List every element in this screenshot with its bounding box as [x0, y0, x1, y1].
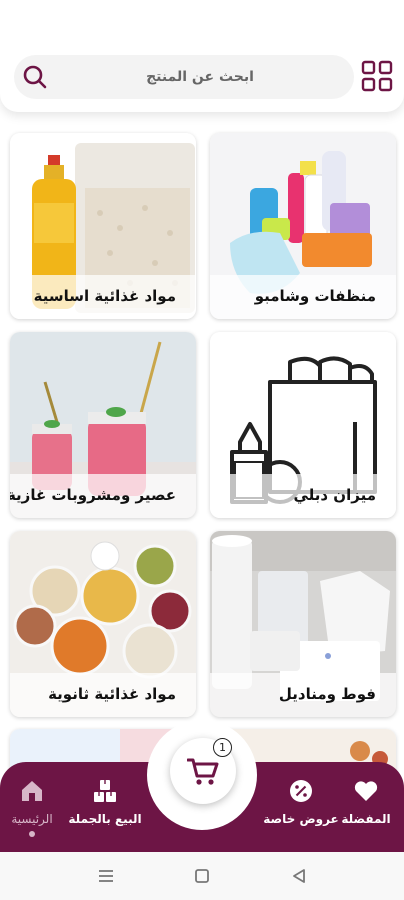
category-label: عصير ومشروبات غازية	[10, 486, 176, 504]
nav-label: الرئيسية	[11, 812, 53, 826]
system-nav-bar	[0, 852, 404, 900]
nav-label: عروض خاصة	[263, 812, 339, 826]
nav-wholesale[interactable]: البيع بالجملة	[60, 778, 150, 842]
card-label-bg: منظفات وشامبو	[210, 275, 396, 319]
category-label: مواد غذائية ثانوية	[48, 685, 176, 703]
back-icon[interactable]	[289, 866, 309, 886]
category-card-cleaning[interactable]: منظفات وشامبو	[210, 133, 396, 319]
grid-icon[interactable]	[361, 60, 393, 92]
category-card-secondary-food[interactable]: مواد غذائية ثانوية	[10, 531, 196, 717]
category-label: مواد غذائية اساسية	[33, 287, 176, 305]
card-label-bg: فوط ومناديل	[210, 673, 396, 717]
nav-home[interactable]: الرئيسية	[0, 778, 64, 842]
search-icon[interactable]	[22, 64, 48, 90]
cart-icon	[187, 758, 219, 785]
percent-badge-icon	[290, 780, 312, 802]
category-card-basic-food[interactable]: مواد غذائية اساسية	[10, 133, 196, 319]
category-card-towels[interactable]: فوط ومناديل	[210, 531, 396, 717]
card-label-bg: مواد غذائية اساسية	[10, 275, 196, 319]
category-label: منظفات وشامبو	[254, 287, 376, 305]
active-indicator-dot	[29, 831, 35, 837]
home-icon	[22, 781, 42, 801]
recent-apps-icon[interactable]	[96, 866, 116, 886]
card-label-bg: ميزان دبلي	[210, 474, 396, 518]
search-bar[interactable]	[14, 55, 354, 99]
home-button-icon[interactable]	[192, 866, 212, 886]
category-card-juice[interactable]: عصير ومشروبات غازية	[10, 332, 196, 518]
category-label: فوط ومناديل	[278, 685, 376, 703]
top-header	[0, 0, 404, 112]
category-card-weighing[interactable]: ميزان دبلي	[210, 332, 396, 518]
nav-special-offers[interactable]: عروض خاصة	[256, 778, 346, 842]
heart-icon	[354, 781, 378, 801]
card-label-bg: مواد غذائية ثانوية	[10, 673, 196, 717]
category-label: ميزان دبلي	[293, 486, 376, 504]
boxes-icon	[94, 780, 116, 802]
search-input[interactable]	[60, 55, 340, 99]
card-label-bg: عصير ومشروبات غازية	[10, 474, 196, 518]
nav-label: البيع بالجملة	[68, 812, 142, 826]
cart-count-badge: 1	[213, 738, 232, 757]
